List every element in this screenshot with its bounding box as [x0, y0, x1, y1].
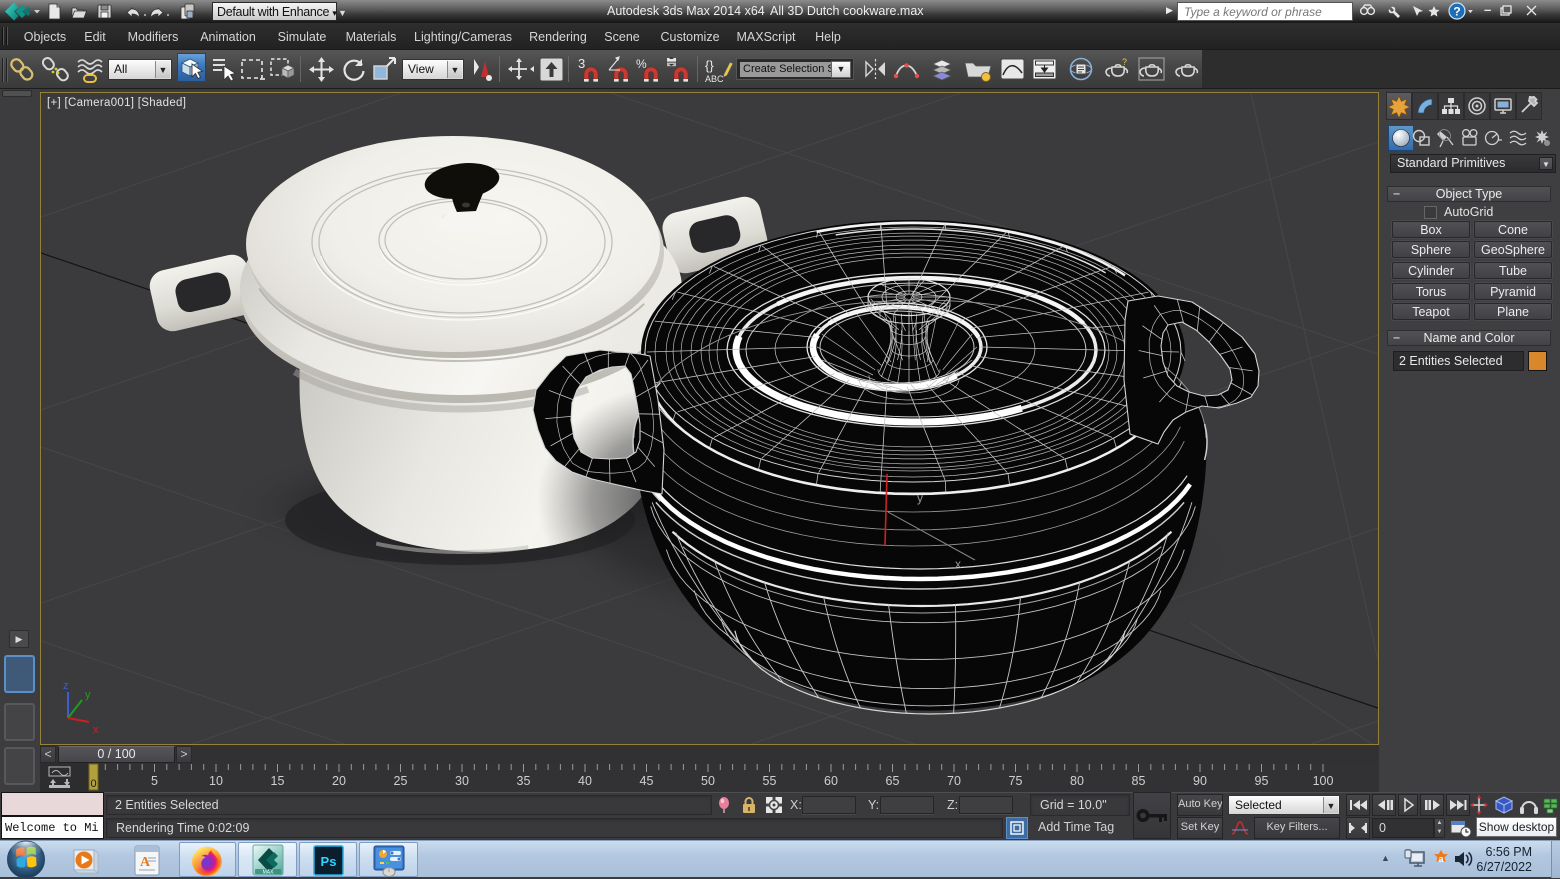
svg-text:MAX: MAX	[263, 870, 275, 876]
svg-text:x: x	[93, 724, 99, 736]
svg-text:A: A	[140, 855, 151, 870]
svg-text:20: 20	[332, 774, 346, 788]
svg-text:45: 45	[640, 774, 654, 788]
svg-text:z: z	[63, 680, 69, 692]
svg-text:5: 5	[151, 774, 158, 788]
svg-text:?: ?	[1122, 57, 1127, 67]
svg-text:80: 80	[1070, 774, 1084, 788]
svg-text:10: 10	[209, 774, 223, 788]
svg-text:60: 60	[824, 774, 838, 788]
svg-text:{}: {}	[705, 58, 714, 73]
svg-text:90: 90	[1193, 774, 1207, 788]
svg-text:95: 95	[1255, 774, 1269, 788]
svg-text:35: 35	[517, 774, 531, 788]
svg-text:%: %	[636, 57, 647, 71]
svg-text:70: 70	[947, 774, 961, 788]
svg-text:30: 30	[455, 774, 469, 788]
svg-text:65: 65	[886, 774, 900, 788]
svg-text:15: 15	[271, 774, 285, 788]
svg-text:85: 85	[1132, 774, 1146, 788]
svg-text:75: 75	[1009, 774, 1023, 788]
svg-text:0: 0	[90, 778, 96, 790]
svg-text:100: 100	[1313, 774, 1334, 788]
svg-text:Ps: Ps	[321, 854, 337, 869]
svg-text:y: y	[85, 689, 91, 701]
svg-text:50: 50	[701, 774, 715, 788]
svg-text:y: y	[917, 491, 923, 505]
svg-text:25: 25	[394, 774, 408, 788]
svg-text:55: 55	[763, 774, 777, 788]
svg-text:3: 3	[578, 56, 585, 71]
svg-text:ABC: ABC	[705, 74, 724, 84]
svg-text:40: 40	[578, 774, 592, 788]
svg-text:?: ?	[1453, 5, 1460, 19]
svg-text:x: x	[955, 557, 961, 571]
